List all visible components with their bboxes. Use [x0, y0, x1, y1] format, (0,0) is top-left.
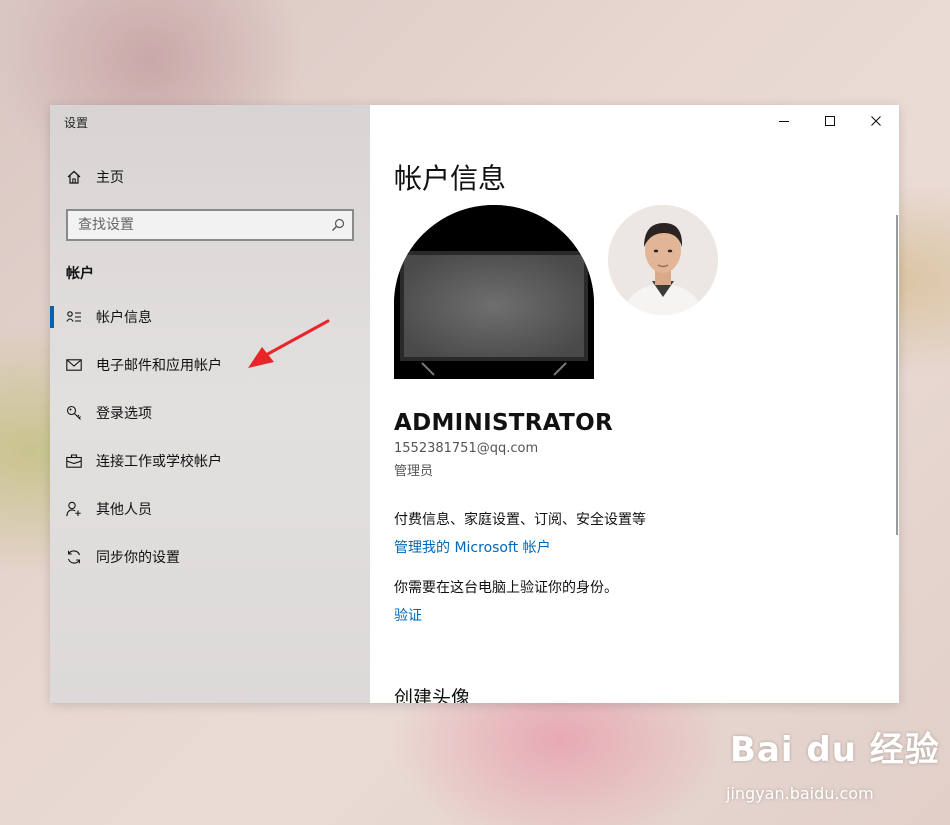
- verify-description: 你需要在这台电脑上验证你的身份。: [394, 580, 618, 596]
- sidebar-item-label: 主页: [96, 170, 124, 186]
- watermark-url: jingyan.baidu.com: [726, 784, 874, 803]
- sync-icon: [66, 549, 82, 565]
- search-icon[interactable]: [324, 218, 352, 232]
- avatar-photo: [608, 205, 718, 315]
- app-title: 设置: [64, 116, 89, 130]
- sidebar-item-label: 帐户信息: [96, 310, 152, 326]
- annotation-arrow-icon: [248, 319, 330, 368]
- settings-window: 设置 主页 帐户 帐户信息 电子邮件和应用帐户: [50, 105, 899, 703]
- sidebar-item-work-school[interactable]: 连接工作或学校帐户: [50, 439, 370, 483]
- user-role: 管理员: [394, 464, 434, 479]
- billing-description: 付费信息、家庭设置、订阅、安全设置等: [394, 512, 646, 528]
- sidebar-item-label: 同步你的设置: [96, 550, 180, 566]
- search-box[interactable]: [66, 209, 354, 241]
- sidebar-item-home[interactable]: 主页: [50, 155, 370, 199]
- page-title: 帐户信息: [394, 162, 507, 195]
- sidebar-item-label: 登录选项: [96, 406, 152, 422]
- verify-link[interactable]: 验证: [394, 605, 422, 625]
- sidebar: 设置 主页 帐户 帐户信息 电子邮件和应用帐户: [50, 105, 370, 703]
- watermark: Bai du 经验 jingyan.baidu.com: [726, 722, 940, 803]
- user-email: 1552381751@qq.com: [394, 441, 539, 456]
- avatar: [394, 205, 594, 379]
- home-icon: [66, 169, 82, 185]
- sidebar-item-label: 其他人员: [96, 502, 152, 518]
- create-avatar-heading: 创建头像: [394, 687, 471, 703]
- section-title: 帐户: [66, 266, 94, 282]
- person-add-icon: [66, 501, 82, 517]
- manage-account-link[interactable]: 管理我的 Microsoft 帐户: [394, 537, 551, 557]
- search-input[interactable]: [68, 217, 324, 233]
- sidebar-item-label: 连接工作或学校帐户: [96, 454, 222, 470]
- sidebar-item-sign-in-options[interactable]: 登录选项: [50, 391, 370, 435]
- watermark-logo: Bai du 经验: [730, 730, 940, 770]
- account-info-icon: [66, 309, 82, 325]
- main-content: 帐户信息 ADMINISTRATOR 1552381751@qq.com 管理员…: [370, 105, 899, 703]
- key-icon: [66, 405, 82, 421]
- sidebar-item-sync-settings[interactable]: 同步你的设置: [50, 535, 370, 579]
- briefcase-icon: [66, 453, 82, 469]
- scrollbar[interactable]: [896, 215, 898, 535]
- sidebar-item-label: 电子邮件和应用帐户: [96, 358, 222, 374]
- sidebar-item-other-people[interactable]: 其他人员: [50, 487, 370, 531]
- mail-icon: [66, 357, 82, 373]
- user-name: ADMINISTRATOR: [394, 410, 613, 436]
